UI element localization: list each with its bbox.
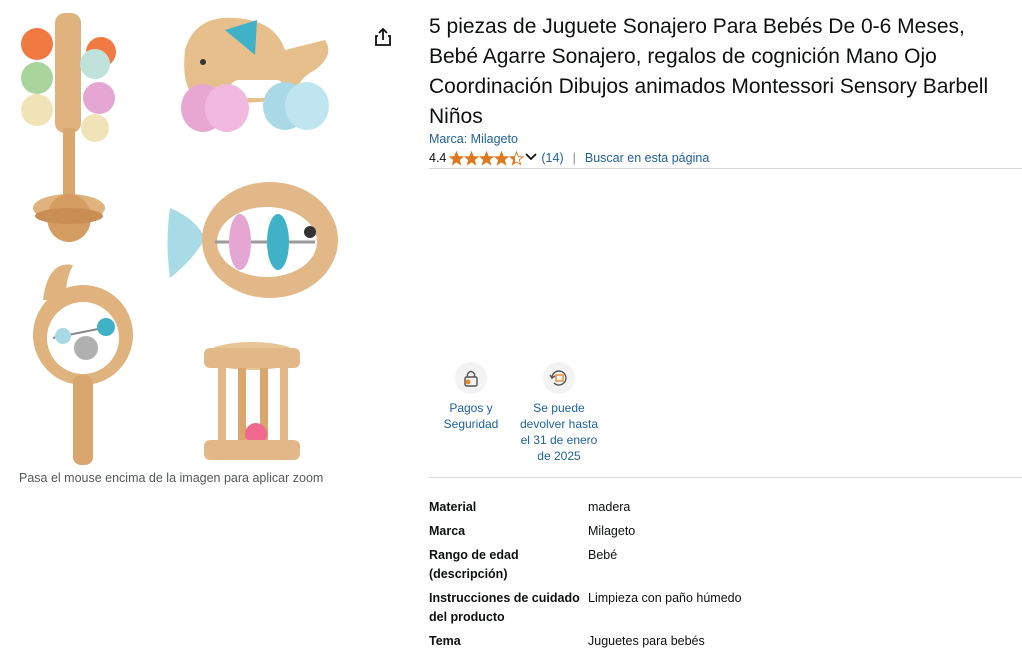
toy-elephant-car-image bbox=[181, 17, 329, 132]
divider bbox=[429, 168, 1022, 169]
spec-row: Material madera bbox=[429, 498, 742, 522]
star-icon bbox=[464, 150, 480, 166]
chevron-down-icon[interactable] bbox=[525, 151, 538, 165]
toy-bunny-rattle-image bbox=[33, 264, 133, 465]
spec-row: Marca Milageto bbox=[429, 522, 742, 546]
rating-count-link[interactable]: (14) bbox=[541, 151, 563, 165]
star-icon bbox=[479, 150, 495, 166]
rating-row: 4.4 (14) | Buscar en esta página bbox=[429, 150, 709, 166]
spec-value: Bebé bbox=[588, 548, 618, 562]
lock-icon bbox=[455, 362, 487, 394]
toy-fish-rattle-image bbox=[167, 182, 338, 298]
divider bbox=[429, 477, 1022, 478]
star-icon bbox=[509, 150, 525, 166]
spec-row: Instrucciones de cuidado del producto Li… bbox=[429, 589, 742, 632]
spec-value: Milageto bbox=[588, 524, 636, 538]
spec-key: Material bbox=[429, 500, 477, 514]
feature-label: Se puede devolver hasta el 31 de enero d… bbox=[519, 401, 599, 463]
search-this-page-link[interactable]: Buscar en esta página bbox=[585, 151, 709, 165]
spec-value: madera bbox=[588, 500, 631, 514]
feature-label: Pagos y Seguridad bbox=[443, 401, 499, 431]
star-rating[interactable] bbox=[449, 150, 525, 166]
toy-bead-rattle-image bbox=[21, 13, 116, 242]
share-icon[interactable] bbox=[372, 26, 394, 48]
feature-returns[interactable]: Se puede devolver hasta el 31 de enero d… bbox=[517, 362, 601, 464]
spec-key: Rango de edad (descripción) bbox=[429, 548, 519, 581]
separator: | bbox=[572, 151, 576, 165]
spec-row: Rango de edad (descripción) Bebé bbox=[429, 546, 742, 589]
product-title: 5 piezas de Juguete Sonajero Para Bebés … bbox=[429, 15, 989, 128]
product-specs-table: Material madera Marca Milageto Rango de … bbox=[429, 498, 742, 656]
product-image-gallery[interactable] bbox=[0, 0, 400, 500]
return-box-icon bbox=[543, 362, 575, 394]
spec-key: Tema bbox=[429, 634, 461, 648]
spec-row: Tema Juguetes para bebés bbox=[429, 632, 742, 656]
feature-secure-payments[interactable]: Pagos y Seguridad bbox=[436, 362, 506, 432]
spec-value: Juguetes para bebés bbox=[588, 634, 705, 648]
toy-cage-rattle-image bbox=[204, 342, 300, 460]
star-icon bbox=[449, 150, 465, 166]
rating-value: 4.4 bbox=[429, 151, 447, 165]
spec-key: Instrucciones de cuidado del producto bbox=[429, 591, 580, 624]
spec-value: Limpieza con paño húmedo bbox=[588, 591, 742, 605]
spec-key: Marca bbox=[429, 524, 466, 538]
brand-link[interactable]: Marca: Milageto bbox=[429, 132, 518, 146]
star-icon bbox=[494, 150, 510, 166]
zoom-hint-text: Pasa el mouse encima de la imagen para a… bbox=[19, 471, 324, 485]
